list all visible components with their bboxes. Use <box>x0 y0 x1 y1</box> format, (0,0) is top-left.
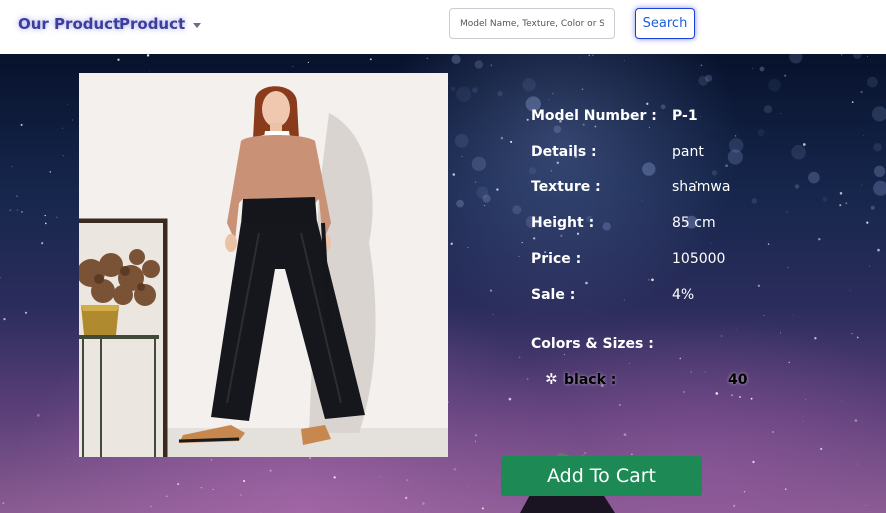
search-button[interactable]: Search <box>635 8 695 39</box>
details-value: pant <box>672 144 704 160</box>
add-to-cart-button[interactable]: Add To Cart <box>501 456 702 496</box>
texture-value: shamwa <box>672 179 731 195</box>
product-dropdown[interactable]: Product <box>119 15 202 33</box>
color-size-value: 40 <box>728 372 748 388</box>
model-number-label: Model Number : <box>531 108 657 124</box>
product-image <box>79 73 448 457</box>
details-label: Details : <box>531 144 597 160</box>
sale-label: Sale : <box>531 287 576 303</box>
brand-link[interactable]: Our Product <box>18 15 120 33</box>
top-navbar: Our Product Product Search <box>0 0 886 54</box>
model-number-value: P-1 <box>672 108 698 124</box>
texture-label: Texture : <box>531 179 601 195</box>
caret-down-icon <box>193 22 202 28</box>
colors-sizes-heading: Colors & Sizes : <box>531 336 654 352</box>
snowflake-icon: ✲ <box>545 370 558 388</box>
sale-value: 4% <box>672 287 695 303</box>
product-dropdown-label: Product <box>119 15 186 33</box>
product-section: Model Number : P-1 Details : pant Textur… <box>0 54 886 513</box>
search-input[interactable] <box>449 8 615 39</box>
price-value: 105000 <box>672 251 726 267</box>
price-label: Price : <box>531 251 582 267</box>
color-name: black : <box>564 372 617 388</box>
height-value: 85 cm <box>672 215 716 231</box>
color-size-row: ✲ black : 40 <box>545 370 765 390</box>
height-label: Height : <box>531 215 595 231</box>
